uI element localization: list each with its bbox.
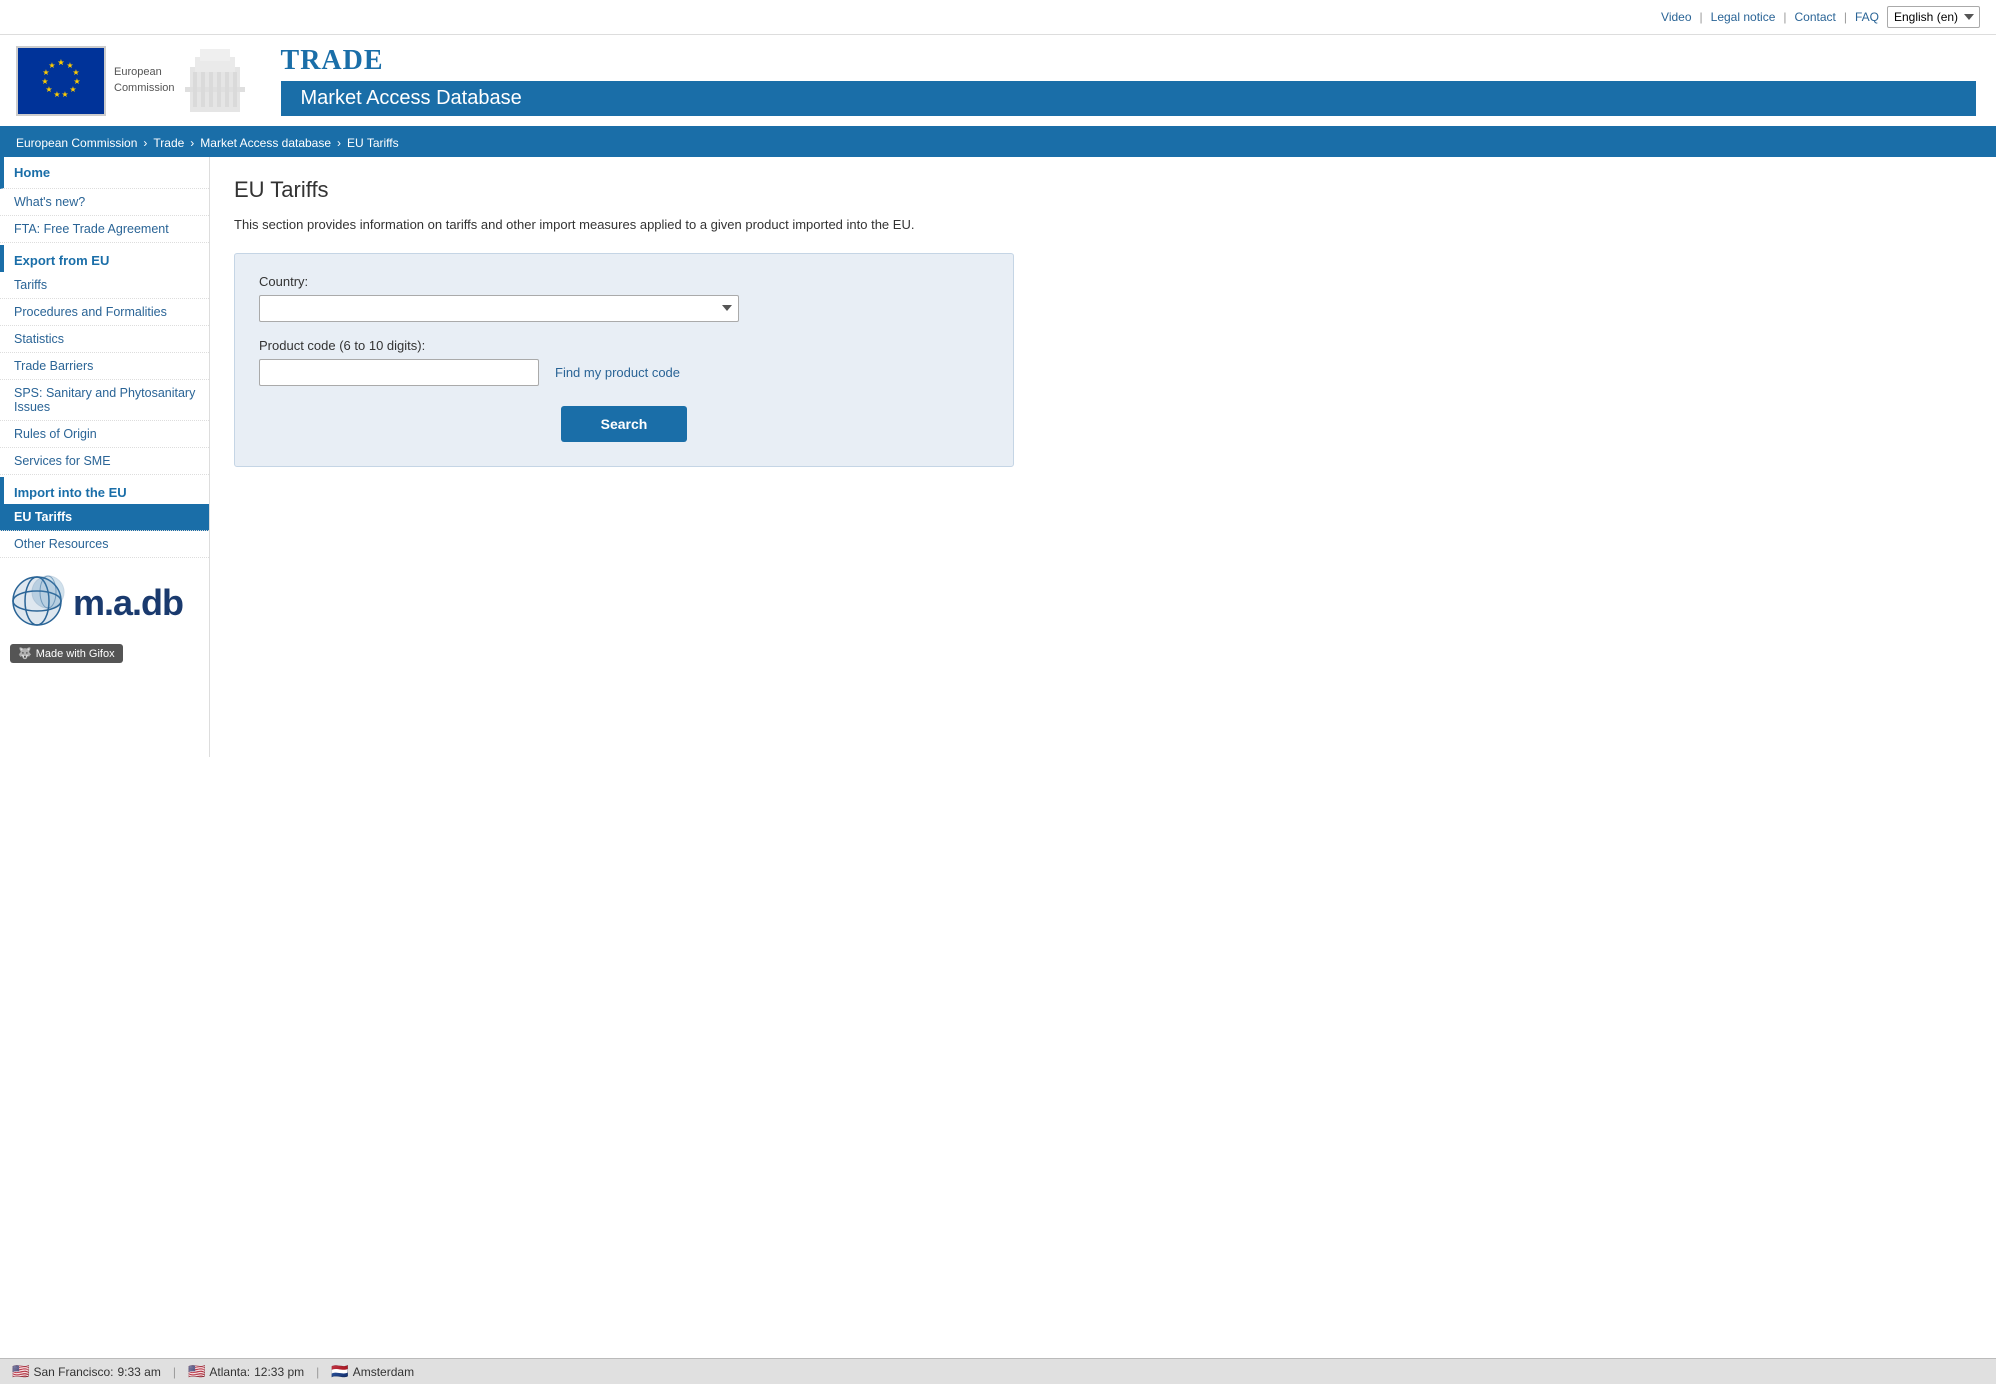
sidebar-item-sme[interactable]: Services for SME xyxy=(0,448,209,475)
country-select[interactable] xyxy=(259,295,739,322)
breadcrumb-trade[interactable]: Trade xyxy=(153,136,184,150)
atlanta-time-val: 12:33 pm xyxy=(254,1365,304,1379)
sidebar-item-fta[interactable]: FTA: Free Trade Agreement xyxy=(0,216,209,243)
svg-text:★: ★ xyxy=(45,85,52,94)
sf-time: 🇺🇸 San Francisco: 9:33 am xyxy=(12,1363,161,1380)
ec-label2: Commission xyxy=(114,81,175,96)
contact-link[interactable]: Contact xyxy=(1795,10,1836,24)
amsterdam-label: Amsterdam xyxy=(353,1365,414,1379)
video-link[interactable]: Video xyxy=(1661,10,1691,24)
sidebar-item-trade-barriers[interactable]: Trade Barriers xyxy=(0,353,209,380)
search-button[interactable]: Search xyxy=(561,406,688,442)
page-title: EU Tariffs xyxy=(234,177,1972,203)
madb-logo: m.a.db xyxy=(10,574,183,632)
flag-us: 🇺🇸 xyxy=(12,1363,29,1380)
eu-flag: ★ ★ ★ ★ ★ ★ ★ ★ ★ ★ ★ ★ xyxy=(16,46,106,116)
sf-label: San Francisco: xyxy=(33,1365,113,1379)
product-code-input[interactable] xyxy=(259,359,539,386)
sidebar-item-sps[interactable]: SPS: Sanitary and Phytosanitary Issues xyxy=(0,380,209,421)
product-code-row: Product code (6 to 10 digits): Find my p… xyxy=(259,338,989,386)
language-select[interactable]: English (en) xyxy=(1887,6,1980,28)
sidebar-item-home[interactable]: Home xyxy=(0,157,209,189)
svg-text:★: ★ xyxy=(69,85,76,94)
gifox-badge: 🐺 Made with Gifox xyxy=(10,644,123,663)
breadcrumb-madb[interactable]: Market Access database xyxy=(200,136,331,150)
header-title-area: TRADE Market Access Database xyxy=(261,35,1996,126)
breadcrumb: European Commission › Trade › Market Acc… xyxy=(0,129,1996,157)
faq-link[interactable]: FAQ xyxy=(1855,10,1879,24)
country-label: Country: xyxy=(259,274,989,289)
svg-text:★: ★ xyxy=(57,58,64,67)
header: ★ ★ ★ ★ ★ ★ ★ ★ ★ ★ ★ ★ European Commiss… xyxy=(0,35,1996,129)
sidebar-logo-area: m.a.db 🐺 Made with Gifox xyxy=(0,558,209,679)
page-description: This section provides information on tar… xyxy=(234,215,1972,235)
svg-text:★: ★ xyxy=(53,90,60,99)
flag-us-2: 🇺🇸 xyxy=(188,1363,205,1380)
atlanta-time: 🇺🇸 Atlanta: 12:33 pm xyxy=(188,1363,304,1380)
madb-text: m.a.db xyxy=(73,582,183,624)
content-area: EU Tariffs This section provides informa… xyxy=(210,157,1996,757)
building-graphic xyxy=(185,47,245,115)
sidebar-item-statistics[interactable]: Statistics xyxy=(0,326,209,353)
atlanta-label: Atlanta: xyxy=(209,1365,250,1379)
product-code-input-row: Find my product code xyxy=(259,359,989,386)
sidebar-item-tariffs[interactable]: Tariffs xyxy=(0,272,209,299)
svg-text:★: ★ xyxy=(61,90,68,99)
sidebar: Home What's new? FTA: Free Trade Agreeme… xyxy=(0,157,210,757)
sidebar-item-procedures[interactable]: Procedures and Formalities xyxy=(0,299,209,326)
sep3: | xyxy=(1844,10,1847,24)
legal-link[interactable]: Legal notice xyxy=(1711,10,1776,24)
breadcrumb-current: EU Tariffs xyxy=(347,136,399,150)
sidebar-item-whats-new[interactable]: What's new? xyxy=(0,189,209,216)
madb-subtitle: Market Access Database xyxy=(281,81,1976,116)
sep2: | xyxy=(1783,10,1786,24)
sidebar-export-header: Export from EU xyxy=(0,245,209,272)
search-form: Country: Product code (6 to 10 digits): … xyxy=(234,253,1014,467)
main-layout: Home What's new? FTA: Free Trade Agreeme… xyxy=(0,157,1996,757)
breadcrumb-ec[interactable]: European Commission xyxy=(16,136,137,150)
trade-title: TRADE xyxy=(281,45,1976,77)
search-btn-row: Search xyxy=(259,406,989,442)
sidebar-item-eu-tariffs[interactable]: EU Tariffs xyxy=(0,504,209,531)
flag-nl: 🇳🇱 xyxy=(331,1363,348,1380)
product-code-label: Product code (6 to 10 digits): xyxy=(259,338,989,353)
status-bar: 🇺🇸 San Francisco: 9:33 am | 🇺🇸 Atlanta: … xyxy=(0,1358,1996,1384)
country-row: Country: xyxy=(259,274,989,322)
ec-label1: European xyxy=(114,65,175,80)
sidebar-import-header: Import into the EU xyxy=(0,477,209,504)
amsterdam-time: 🇳🇱 Amsterdam xyxy=(331,1363,414,1380)
sidebar-item-rules-origin[interactable]: Rules of Origin xyxy=(0,421,209,448)
ec-text: European Commission xyxy=(114,65,175,96)
svg-text:★: ★ xyxy=(41,77,48,86)
find-code-link[interactable]: Find my product code xyxy=(555,365,680,380)
svg-text:★: ★ xyxy=(48,61,55,70)
top-bar: Video | Legal notice | Contact | FAQ Eng… xyxy=(0,0,1996,35)
sidebar-item-other-resources[interactable]: Other Resources xyxy=(0,531,209,558)
sf-time-val: 9:33 am xyxy=(117,1365,160,1379)
globe-icon xyxy=(10,574,65,632)
svg-text:★: ★ xyxy=(72,68,79,77)
sep1: | xyxy=(1700,10,1703,24)
logo-area: ★ ★ ★ ★ ★ ★ ★ ★ ★ ★ ★ ★ European Commiss… xyxy=(0,35,261,126)
